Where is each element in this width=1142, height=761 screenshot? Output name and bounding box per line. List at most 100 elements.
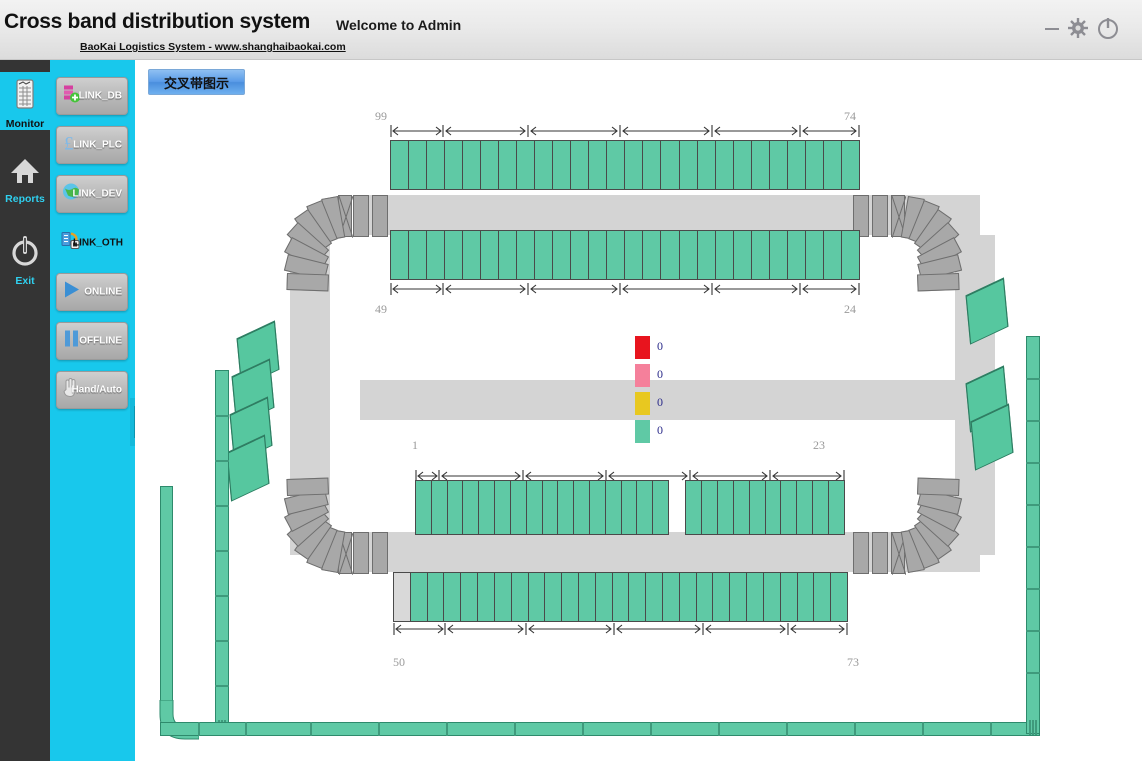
carrier-cell[interactable]: [716, 230, 734, 280]
carrier-cell[interactable]: [562, 572, 579, 622]
conveyor-bottom[interactable]: [160, 722, 1040, 736]
online-button[interactable]: ONLINE: [56, 273, 128, 311]
carrier-cell[interactable]: [734, 230, 752, 280]
carrier-cell[interactable]: [463, 480, 479, 535]
carrier-cell[interactable]: [535, 140, 553, 190]
carrier-cell[interactable]: [716, 140, 734, 190]
link-db-button[interactable]: LINK_DB: [56, 77, 128, 115]
cell-row-bottom[interactable]: [393, 572, 848, 622]
carrier-cell[interactable]: [661, 140, 679, 190]
carrier-cell[interactable]: [734, 480, 750, 535]
carrier-cell[interactable]: [553, 230, 571, 280]
carrier-cell[interactable]: [607, 140, 625, 190]
carrier-cell[interactable]: [842, 140, 860, 190]
carrier-cell[interactable]: [643, 140, 661, 190]
carrier-cell[interactable]: [607, 230, 625, 280]
carrier-cell[interactable]: [553, 140, 571, 190]
gear-icon[interactable]: [1064, 14, 1092, 42]
carrier-cell[interactable]: [390, 140, 409, 190]
carrier-cell[interactable]: [831, 572, 848, 622]
carrier-cell[interactable]: [829, 480, 845, 535]
carrier-cell[interactable]: [842, 230, 860, 280]
carrier-cell[interactable]: [698, 140, 716, 190]
sidebar-item-monitor[interactable]: Monitor: [0, 72, 50, 130]
cell-row-top[interactable]: [390, 140, 860, 190]
carrier-cell[interactable]: [543, 480, 559, 535]
carrier-cell[interactable]: [409, 140, 427, 190]
carrier-cell[interactable]: [718, 480, 734, 535]
carrier-cell[interactable]: [393, 572, 411, 622]
carrier-cell[interactable]: [589, 140, 607, 190]
carrier-cell[interactable]: [680, 230, 698, 280]
carrier-cell[interactable]: [806, 230, 824, 280]
carrier-cell[interactable]: [432, 480, 448, 535]
carrier-cell[interactable]: [461, 572, 478, 622]
carrier-cell[interactable]: [637, 480, 653, 535]
carrier-cell[interactable]: [558, 480, 574, 535]
carrier-cell[interactable]: [579, 572, 596, 622]
carrier-cell[interactable]: [752, 230, 770, 280]
carrier-cell[interactable]: [702, 480, 718, 535]
carrier-cell[interactable]: [590, 480, 606, 535]
link-oth-button[interactable]: LINK_OTH: [56, 224, 128, 262]
carrier-cell[interactable]: [463, 140, 481, 190]
carrier-cell[interactable]: [479, 480, 495, 535]
carrier-cell[interactable]: [535, 230, 553, 280]
carrier-cell[interactable]: [661, 230, 679, 280]
offline-button[interactable]: OFFLINE: [56, 322, 128, 360]
carrier-cell[interactable]: [444, 572, 461, 622]
carrier-cell[interactable]: [798, 572, 815, 622]
carrier-cell[interactable]: [770, 140, 788, 190]
cell-row-third-left[interactable]: [415, 480, 669, 535]
carrier-cell[interactable]: [680, 572, 697, 622]
carrier-cell[interactable]: [663, 572, 680, 622]
carrier-cell[interactable]: [685, 480, 702, 535]
carrier-cell[interactable]: [698, 230, 716, 280]
carrier-cell[interactable]: [511, 480, 527, 535]
carrier-cell[interactable]: [478, 572, 495, 622]
carrier-cell[interactable]: [589, 230, 607, 280]
carrier-cell[interactable]: [596, 572, 613, 622]
carrier-cell[interactable]: [653, 480, 669, 535]
carrier-cell[interactable]: [625, 140, 643, 190]
minimize-icon[interactable]: [1038, 14, 1066, 42]
carrier-cell[interactable]: [527, 480, 543, 535]
cell-row-third-right[interactable]: [685, 480, 845, 535]
carrier-cell[interactable]: [411, 572, 428, 622]
carrier-cell[interactable]: [517, 230, 535, 280]
carrier-cell[interactable]: [571, 230, 589, 280]
carrier-cell[interactable]: [797, 480, 813, 535]
carrier-cell[interactable]: [781, 572, 798, 622]
carrier-cell[interactable]: [428, 572, 445, 622]
carrier-cell[interactable]: [747, 572, 764, 622]
carrier-cell[interactable]: [613, 572, 630, 622]
carrier-cell[interactable]: [646, 572, 663, 622]
carrier-cell[interactable]: [625, 230, 643, 280]
carrier-cell[interactable]: [806, 140, 824, 190]
carrier-cell[interactable]: [529, 572, 546, 622]
carrier-cell[interactable]: [713, 572, 730, 622]
carrier-cell[interactable]: [495, 572, 512, 622]
carrier-cell[interactable]: [445, 230, 463, 280]
carrier-cell[interactable]: [427, 230, 445, 280]
power-icon[interactable]: [1094, 14, 1122, 42]
carrier-cell[interactable]: [571, 140, 589, 190]
carrier-cell[interactable]: [764, 572, 781, 622]
carrier-cell[interactable]: [734, 140, 752, 190]
sidebar-item-reports[interactable]: Reports: [0, 155, 50, 205]
carrier-cell[interactable]: [448, 480, 464, 535]
carrier-cell[interactable]: [390, 230, 409, 280]
carrier-cell[interactable]: [499, 140, 517, 190]
carrier-cell[interactable]: [622, 480, 638, 535]
carrier-cell[interactable]: [766, 480, 782, 535]
carrier-cell[interactable]: [499, 230, 517, 280]
carrier-cell[interactable]: [680, 140, 698, 190]
carrier-cell[interactable]: [427, 140, 445, 190]
carrier-cell[interactable]: [545, 572, 562, 622]
carrier-cell[interactable]: [415, 480, 432, 535]
cell-row-second[interactable]: [390, 230, 860, 280]
carrier-cell[interactable]: [495, 480, 511, 535]
carrier-cell[interactable]: [788, 140, 806, 190]
conveyor-left-outer[interactable]: [160, 486, 173, 716]
carrier-cell[interactable]: [770, 230, 788, 280]
